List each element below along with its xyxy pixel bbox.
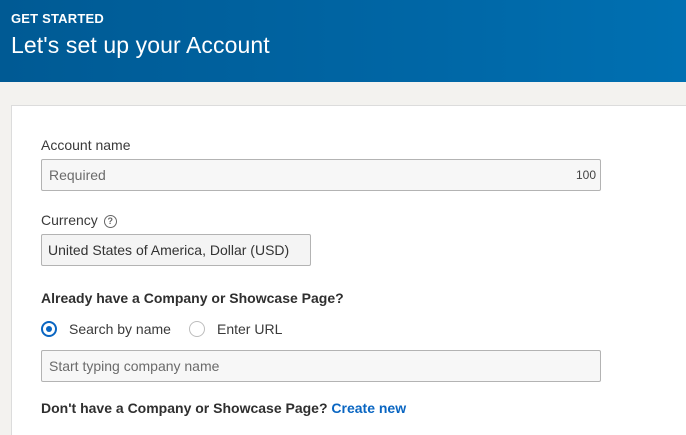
page-title: Let's set up your Account xyxy=(11,32,270,58)
no-company-prompt: Don't have a Company or Showcase Page? xyxy=(41,400,328,416)
radio-search-by-name[interactable] xyxy=(41,321,57,337)
setup-form-card: Account name 100 Currency? United States… xyxy=(11,105,686,435)
radio-enter-url-label[interactable]: Enter URL xyxy=(217,321,282,337)
create-new-link[interactable]: Create new xyxy=(331,400,406,416)
account-name-field-wrapper: 100 xyxy=(41,159,601,191)
account-name-char-counter: 100 xyxy=(575,168,596,182)
currency-label-text: Currency xyxy=(41,212,98,228)
help-icon[interactable]: ? xyxy=(103,215,117,228)
account-name-input[interactable] xyxy=(41,159,601,191)
radio-search-by-name-label[interactable]: Search by name xyxy=(69,321,171,337)
no-company-text: Don't have a Company or Showcase Page? C… xyxy=(41,400,406,416)
currency-label: Currency? xyxy=(41,212,117,228)
company-question: Already have a Company or Showcase Page? xyxy=(41,290,344,306)
currency-select[interactable]: United States of America, Dollar (USD) xyxy=(41,234,311,266)
company-search-input[interactable] xyxy=(41,350,601,382)
radio-enter-url[interactable] xyxy=(189,321,205,337)
header-eyebrow: GET STARTED xyxy=(11,11,104,26)
account-name-label: Account name xyxy=(41,137,131,153)
page-header: GET STARTED Let's set up your Account xyxy=(0,0,686,82)
